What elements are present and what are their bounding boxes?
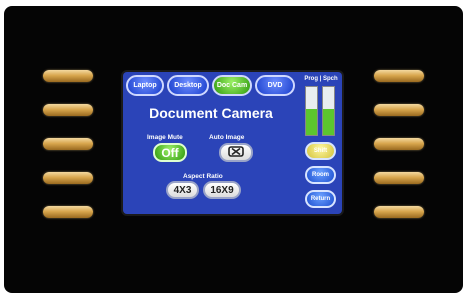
tab-desktop[interactable]: Desktop — [167, 75, 209, 96]
hardware-button-left-5[interactable] — [43, 206, 93, 218]
speech-level-fill — [323, 108, 334, 135]
hardware-button-right-5[interactable] — [374, 206, 424, 218]
room-button[interactable]: Room — [305, 166, 336, 184]
tab-dvd[interactable]: DVD — [255, 75, 295, 96]
image-mute-label: Image Mute — [147, 134, 183, 141]
hardware-button-right-1[interactable] — [374, 70, 424, 82]
image-mute-toggle[interactable]: Off — [153, 143, 187, 162]
auto-image-label: Auto Image — [209, 134, 245, 141]
auto-image-button[interactable] — [219, 143, 253, 162]
return-button[interactable]: Return — [305, 190, 336, 208]
hardware-button-right-3[interactable] — [374, 138, 424, 150]
meter-label: Prog | Spch — [304, 76, 338, 82]
hardware-button-left-2[interactable] — [43, 104, 93, 116]
hardware-button-right-4[interactable] — [374, 172, 424, 184]
shift-button[interactable]: Shift — [305, 142, 336, 160]
aspect-16x9-button[interactable]: 16X9 — [203, 181, 241, 199]
program-level-meter — [305, 86, 318, 136]
hardware-button-left-3[interactable] — [43, 138, 93, 150]
touch-screen: Laptop Desktop Doc Cam DVD Prog | Spch D… — [123, 72, 342, 214]
tab-laptop[interactable]: Laptop — [126, 75, 164, 96]
speech-level-meter — [322, 86, 335, 136]
x-box-icon — [228, 145, 244, 160]
hardware-button-left-4[interactable] — [43, 172, 93, 184]
page-title: Document Camera — [149, 105, 273, 121]
aspect-ratio-label: Aspect Ratio — [183, 173, 223, 180]
tab-doc-cam[interactable]: Doc Cam — [212, 75, 252, 96]
hardware-button-right-2[interactable] — [374, 104, 424, 116]
aspect-4x3-button[interactable]: 4X3 — [166, 181, 199, 199]
program-level-fill — [306, 108, 317, 135]
hardware-button-left-1[interactable] — [43, 70, 93, 82]
